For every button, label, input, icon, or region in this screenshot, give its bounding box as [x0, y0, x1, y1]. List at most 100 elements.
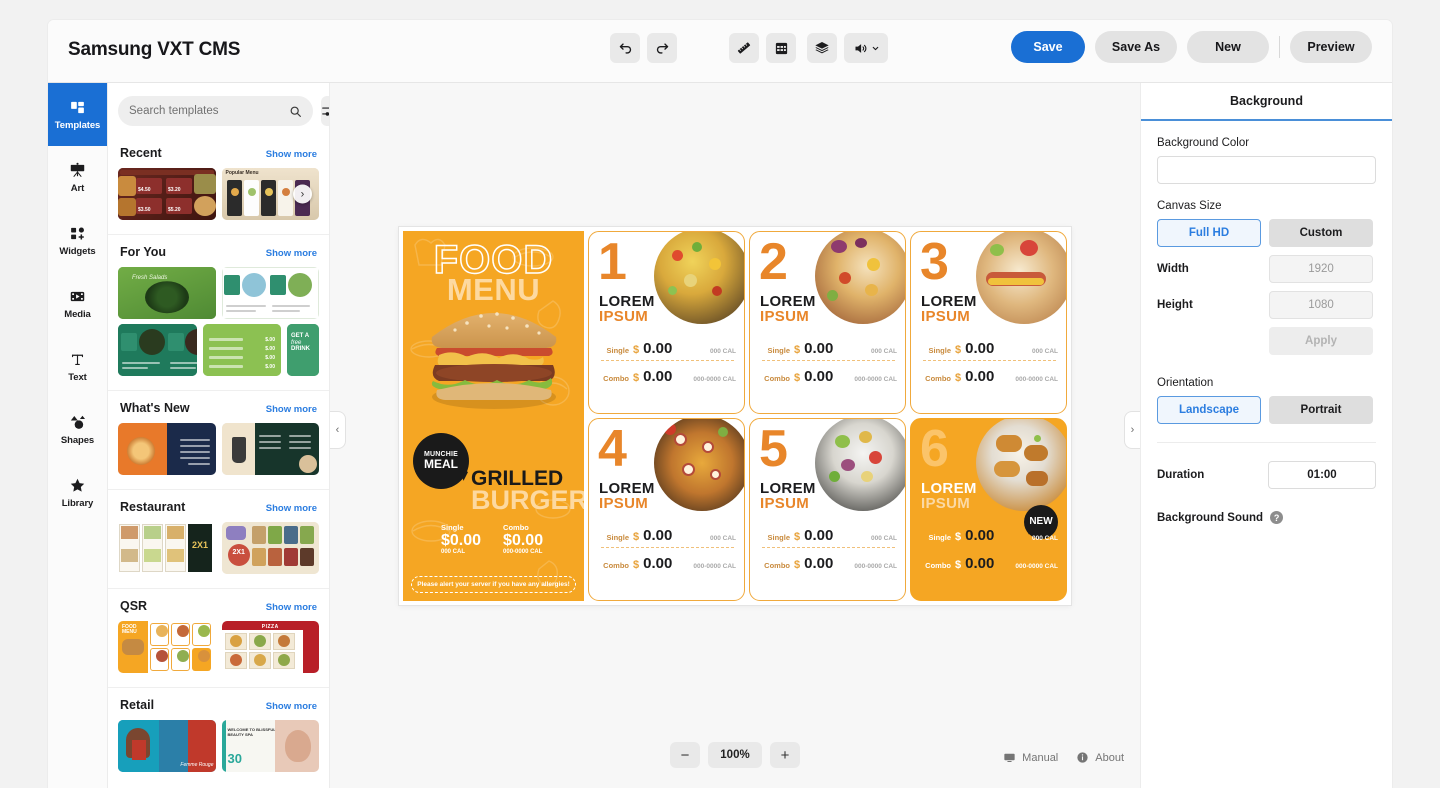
section-header: For You Show more [118, 235, 319, 267]
apply-button[interactable]: Apply [1269, 327, 1373, 355]
card-price-single: Single $ 0.00 000 CAL [601, 527, 736, 544]
sidebar-item-templates[interactable]: Templates [48, 83, 107, 146]
save-button[interactable]: Save [1011, 31, 1085, 63]
manual-link[interactable]: Manual [1003, 751, 1058, 764]
background-sound-label: Background Sound [1157, 511, 1264, 524]
sidebar-item-shapes[interactable]: Shapes [48, 398, 107, 461]
card-name-line2: IPSUM [921, 307, 971, 325]
menu-card[interactable]: 4 LOREM IPSUM Single $ 0.00 000 CAL Comb… [588, 417, 745, 601]
templates-panel: Recent Show more $4 [108, 83, 330, 788]
price-calories: 000-0000 CAL [503, 549, 543, 556]
template-thumbnail[interactable]: FOOD MENU [118, 621, 216, 673]
undo-icon[interactable] [610, 33, 640, 63]
header-divider [1279, 36, 1280, 58]
preview-button[interactable]: Preview [1290, 31, 1372, 63]
hero-price-single: Single $0.00 000 CAL [441, 523, 481, 556]
price-currency: $ [955, 371, 962, 384]
header-actions: Save Save As New Preview [1011, 31, 1372, 63]
ruler-icon[interactable] [729, 33, 759, 63]
volume-icon[interactable] [844, 33, 888, 63]
height-input[interactable]: 1080 [1269, 291, 1373, 319]
menu-card[interactable]: 6 LOREM IPSUM NEW Single $ 0.00 000 CAL … [910, 417, 1067, 601]
search-input[interactable] [129, 105, 283, 117]
menu-card[interactable]: 5 LOREM IPSUM Single $ 0.00 000 CAL Comb… [749, 417, 906, 601]
show-more-link[interactable]: Show more [266, 602, 317, 613]
price-calories: 000-0000 CAL [854, 375, 897, 383]
card-number: 3 [920, 232, 949, 291]
template-thumbnail[interactable]: 2X1 [221, 522, 319, 574]
price-calories: 000 CAL [870, 347, 897, 355]
save-as-button[interactable]: Save As [1095, 31, 1177, 63]
show-more-link[interactable]: Show more [266, 149, 317, 160]
card-divider [601, 359, 734, 361]
card-name-line1: LOREM [599, 292, 655, 310]
template-thumbnail[interactable]: Fresh Salads [118, 267, 216, 319]
sidebar-item-text[interactable]: Text [48, 335, 107, 398]
template-thumbnail[interactable]: WELCOME TO BLISSFUL BEAUTY SPA 30 [221, 720, 319, 772]
hero-price-combo: Combo $0.00 000-0000 CAL [503, 523, 543, 556]
sidebar-item-art[interactable]: Art [48, 146, 107, 209]
template-thumbnail[interactable] [221, 267, 319, 319]
template-thumbnail[interactable]: 2X1 [118, 522, 216, 574]
template-thumbnail[interactable]: Popular Menu › [221, 168, 319, 220]
zoom-in-button[interactable]: + [770, 742, 800, 768]
layers-icon[interactable] [807, 33, 837, 63]
template-thumbnail[interactable]: PIZZA [221, 621, 319, 673]
filter-icon[interactable] [321, 96, 329, 126]
template-thumbnail[interactable] [221, 423, 319, 475]
template-thumbnail[interactable] [118, 423, 216, 475]
canvas-hero-panel[interactable]: FOOD MENU MUNCHIE MEAL GRILLED BURGER Si… [403, 230, 584, 601]
collapse-right-panel-button[interactable]: › [1124, 411, 1140, 449]
search-box[interactable] [118, 96, 313, 126]
landscape-button[interactable]: Landscape [1157, 396, 1261, 424]
price-label: Combo [764, 560, 790, 570]
show-more-link[interactable]: Show more [266, 404, 317, 415]
card-photo [654, 418, 744, 511]
zoom-out-button[interactable]: − [670, 742, 700, 768]
design-canvas[interactable]: FOOD MENU MUNCHIE MEAL GRILLED BURGER Si… [399, 226, 1071, 605]
thumbnail-row: $4.50 $3.20 $3.50 $5.20 Popular Menu › [118, 168, 319, 220]
background-color-input[interactable] [1157, 156, 1376, 184]
duration-input[interactable]: 01:00 [1268, 461, 1376, 489]
sidebar-item-label: Shapes [60, 434, 95, 446]
card-price-combo: Combo $ 0.00 000-0000 CAL [923, 555, 1058, 572]
full-hd-button[interactable]: Full HD [1157, 219, 1261, 247]
show-more-link[interactable]: Show more [266, 503, 317, 514]
sidebar-item-library[interactable]: Library [48, 461, 107, 524]
price-currency: $ [794, 530, 801, 543]
new-button[interactable]: New [1187, 31, 1269, 63]
show-more-link[interactable]: Show more [266, 701, 317, 712]
show-more-link[interactable]: Show more [266, 248, 317, 259]
template-thumbnail[interactable]: $4.50 $3.20 $3.50 $5.20 [118, 168, 216, 220]
card-price-single: Single $ 0.00 000 CAL [762, 527, 897, 544]
menu-card[interactable]: 2 LOREM IPSUM Single $ 0.00 000 CAL Comb… [749, 230, 906, 414]
portrait-button[interactable]: Portrait [1269, 396, 1373, 424]
template-section-qsr: QSR Show more FOOD MENU PIZZA [108, 589, 329, 688]
widgets-icon [71, 227, 84, 240]
card-name-line1: LOREM [599, 479, 655, 497]
card-price-combo: Combo $ 0.00 000-0000 CAL [601, 368, 736, 385]
carousel-next-icon[interactable]: › [293, 184, 312, 204]
template-thumbnail[interactable]: GET Afree DRINK [287, 324, 319, 376]
menu-card[interactable]: 1 LOREM IPSUM Single $ 0.00 000 CAL Comb… [588, 230, 745, 414]
search-icon [290, 106, 301, 117]
apply-row: Apply [1157, 327, 1376, 355]
about-link[interactable]: About [1076, 751, 1124, 764]
template-thumbnail[interactable]: $.00 $.00 $.00 $.00 [202, 324, 281, 376]
grid-icon[interactable] [766, 33, 796, 63]
custom-size-button[interactable]: Custom [1269, 219, 1373, 247]
redo-icon[interactable] [647, 33, 677, 63]
collapse-left-panel-button[interactable]: ‹ [330, 411, 346, 449]
template-thumbnail[interactable]: Femme Rouge [118, 720, 216, 772]
help-icon[interactable]: ? [1270, 511, 1284, 524]
template-thumbnail[interactable] [118, 324, 197, 376]
sidebar-item-media[interactable]: Media [48, 272, 107, 335]
price-calories: 000 CAL [1031, 534, 1058, 542]
price-value: 0.00 [965, 339, 995, 357]
card-number: 5 [759, 419, 788, 478]
hero-item-line2: BURGER [471, 485, 584, 516]
zoom-level[interactable]: 100% [708, 742, 762, 768]
width-input[interactable]: 1920 [1269, 255, 1373, 283]
menu-card[interactable]: 3 LOREM IPSUM Single $ 0.00 000 CAL Comb… [910, 230, 1067, 414]
sidebar-item-widgets[interactable]: Widgets [48, 209, 107, 272]
